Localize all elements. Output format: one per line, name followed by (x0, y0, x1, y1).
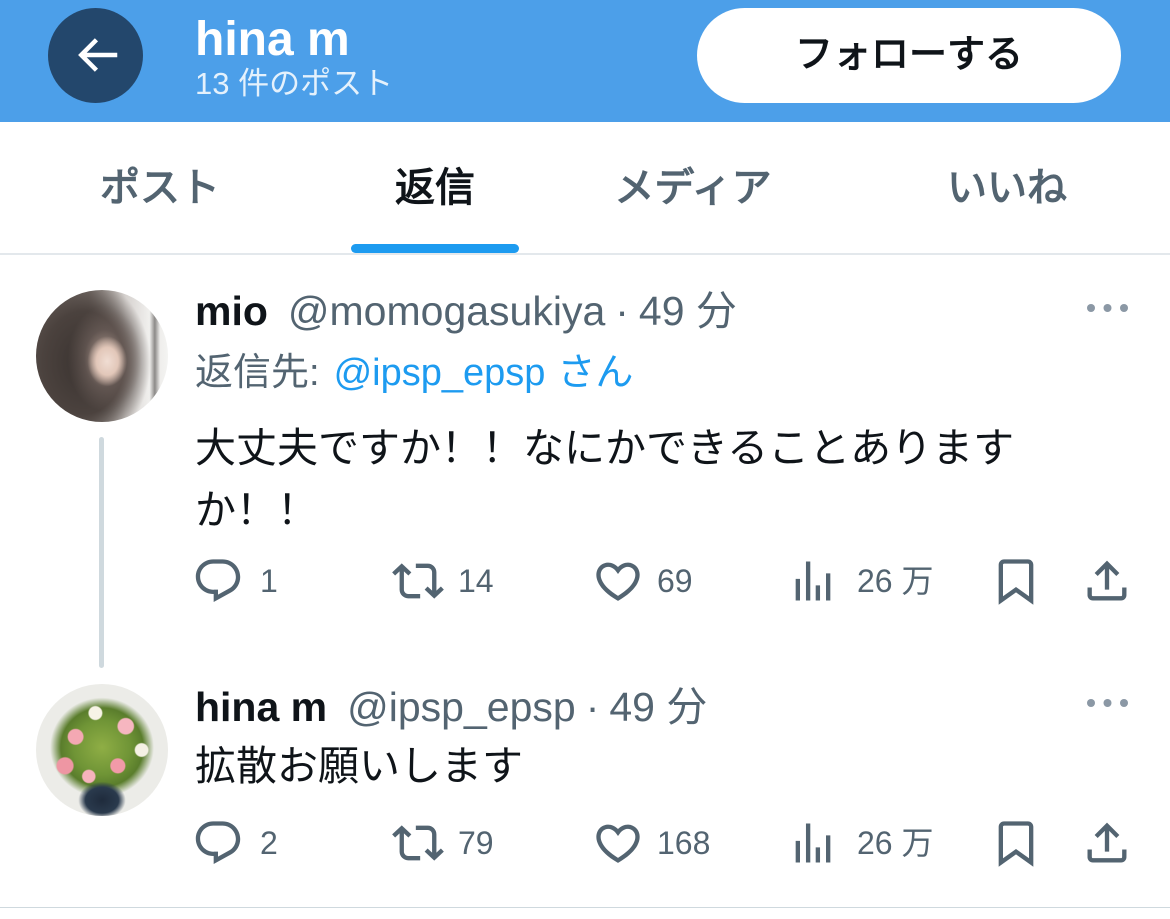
post-time[interactable]: 49 分 (639, 288, 737, 334)
share-button[interactable] (1081, 817, 1133, 869)
views-icon (795, 823, 831, 863)
post[interactable]: hina m @ipsp_epsp · 49 分 拡散お願いします 2 79 168 … (0, 668, 1170, 908)
share-icon (1087, 560, 1127, 601)
reply-count: 2 (260, 825, 278, 861)
bookmark-button[interactable] (990, 817, 1042, 869)
tab-posts[interactable]: ポスト (40, 122, 280, 254)
repost-icon (392, 825, 444, 861)
author-name[interactable]: mio (195, 288, 268, 334)
reply-icon (195, 821, 241, 865)
reply-to-suffix: さん (557, 352, 634, 394)
post-header: mio @momogasukiya · 49 分 (195, 286, 737, 336)
author-handle[interactable]: @ipsp_epsp (347, 684, 576, 730)
avatar[interactable] (36, 290, 168, 422)
more-icon (1087, 699, 1128, 707)
heart-icon (596, 562, 640, 601)
reply-button[interactable]: 1 (192, 555, 292, 607)
more-icon (1087, 304, 1128, 312)
post-time[interactable]: 49 分 (609, 684, 707, 730)
repost-count: 79 (458, 825, 494, 861)
views-button[interactable]: 26 万 (787, 555, 947, 607)
author-name[interactable]: hina m (195, 684, 327, 730)
post-count: 13 件のポスト (195, 66, 394, 101)
bookmark-icon (998, 559, 1034, 605)
share-button[interactable] (1081, 555, 1133, 607)
reply-icon (195, 559, 241, 603)
avatar[interactable] (36, 684, 168, 816)
bookmark-icon (998, 821, 1034, 867)
heart-icon (596, 824, 640, 863)
more-button[interactable] (1086, 302, 1130, 314)
post[interactable]: mio @momogasukiya · 49 分 返信先: @ipsp_epsp さん 大… (0, 254, 1170, 668)
reply-count: 1 (260, 563, 278, 599)
post-actions: 2 79 168 26 万 (0, 817, 1170, 869)
author-handle[interactable]: @momogasukiya (288, 288, 605, 334)
more-button[interactable] (1086, 697, 1130, 709)
reply-button[interactable]: 2 (192, 817, 292, 869)
arrow-left-icon (78, 38, 118, 72)
active-tab-indicator (351, 244, 519, 253)
like-button[interactable]: 69 (592, 555, 722, 607)
like-count: 168 (657, 825, 711, 861)
like-button[interactable]: 168 (592, 817, 722, 869)
reply-to-label: 返信先: (195, 352, 320, 394)
post-header: hina m @ipsp_epsp · 49 分 (195, 682, 707, 732)
views-button[interactable]: 26 万 (787, 817, 947, 869)
thread-line (99, 437, 104, 668)
post-divider (0, 907, 1170, 908)
share-icon (1087, 822, 1127, 863)
tab-replies[interactable]: 返信 (335, 122, 535, 254)
repost-count: 14 (458, 563, 494, 599)
views-icon (795, 561, 831, 601)
repost-button[interactable]: 14 (392, 555, 512, 607)
back-button[interactable] (48, 8, 143, 103)
tab-likes[interactable]: いいね (907, 122, 1107, 254)
bookmark-button[interactable] (990, 555, 1042, 607)
reply-to-handle[interactable]: @ipsp_epsp (334, 352, 546, 394)
repost-icon (392, 563, 444, 599)
post-actions: 1 14 69 26 万 (0, 555, 1170, 607)
post-text: 大丈夫ですか！！なにかできることありますか！！ (195, 425, 1015, 533)
repost-button[interactable]: 79 (392, 817, 512, 869)
follow-button[interactable]: フォローする (697, 8, 1121, 103)
reply-to-line: 返信先: @ipsp_epsp さん (195, 346, 633, 400)
like-count: 69 (657, 563, 693, 599)
separator-dot: · (585, 684, 600, 730)
post-text: 拡散お願いします (195, 743, 523, 789)
views-count: 26 万 (857, 563, 934, 599)
tab-media[interactable]: メディア (593, 122, 793, 254)
profile-name: hina m (195, 13, 350, 66)
views-count: 26 万 (857, 825, 934, 861)
separator-dot: · (615, 288, 629, 334)
profile-header: hina m 13 件のポスト フォローする (0, 0, 1170, 122)
